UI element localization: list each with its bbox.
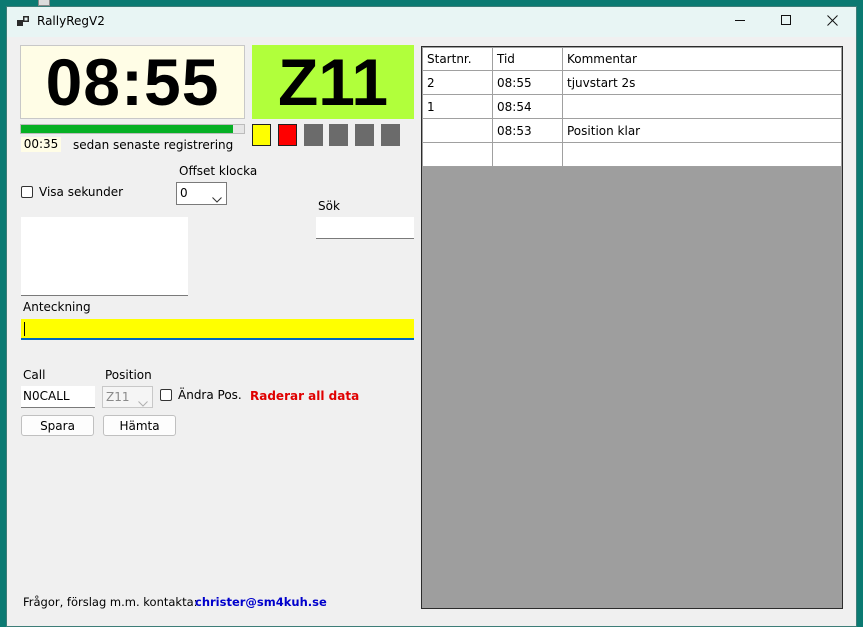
contact-email-link[interactable]: christer@sm4kuh.se (195, 595, 327, 609)
position-display: Z11 (252, 45, 414, 119)
title-bar[interactable]: RallyRegV2 (7, 7, 856, 37)
status-square-gray (329, 124, 348, 146)
change-position-option[interactable]: Ändra Pos. (160, 388, 242, 402)
column-header-kommentar[interactable]: Kommentar (562, 47, 842, 71)
cell-startnr[interactable]: 2 (422, 70, 493, 95)
table-header-row: Startnr. Tid Kommentar (422, 47, 842, 71)
search-label: Sök (318, 199, 340, 213)
maximize-icon (780, 15, 792, 29)
contact-label: Frågor, förslag m.m. kontakta: (23, 595, 198, 609)
cell-tid[interactable]: 08:53 (492, 118, 563, 143)
status-square-gray (355, 124, 374, 146)
cell-kommentar[interactable]: Position klar (562, 118, 842, 143)
status-square-red (278, 124, 297, 146)
offset-select[interactable]: 0 (176, 182, 227, 205)
app-window: RallyRegV2 08:55 Z11 00:35 sedan senaste… (6, 6, 857, 627)
window-title: RallyRegV2 (37, 14, 105, 28)
column-header-tid[interactable]: Tid (492, 47, 563, 71)
status-square-gray (381, 124, 400, 146)
maximize-button[interactable] (763, 7, 809, 37)
chevron-down-icon (138, 393, 148, 413)
minimize-icon (734, 15, 746, 29)
note-input[interactable] (21, 319, 414, 340)
delete-warning: Raderar all data (250, 389, 360, 403)
progress-fill (21, 125, 233, 133)
note-label: Anteckning (23, 300, 91, 314)
log-table: Startnr. Tid Kommentar 2 08:55 tjuvstart… (422, 47, 842, 167)
status-square-gray (304, 124, 323, 146)
text-caret (24, 322, 25, 336)
notes-box[interactable] (21, 217, 188, 296)
log-grid[interactable]: Startnr. Tid Kommentar 2 08:55 tjuvstart… (421, 46, 843, 609)
save-button[interactable]: Spara (21, 415, 94, 436)
table-row[interactable]: 08:53 Position klar (422, 118, 842, 143)
table-row-new[interactable] (422, 142, 842, 167)
cell-kommentar[interactable]: tjuvstart 2s (562, 70, 842, 95)
call-label: Call (23, 368, 46, 382)
search-input[interactable] (316, 217, 414, 239)
cell-startnr[interactable]: 1 (422, 94, 493, 119)
position-label: Position (105, 368, 152, 382)
app-icon (17, 15, 31, 29)
position-value: Z11 (106, 390, 130, 404)
chevron-down-icon (212, 189, 222, 209)
elapsed-label: sedan senaste registrering (73, 138, 234, 152)
change-position-label: Ändra Pos. (178, 388, 242, 402)
show-seconds-option[interactable]: Visa sekunder (21, 185, 123, 199)
cell-startnr[interactable] (422, 142, 493, 167)
show-seconds-label: Visa sekunder (39, 185, 124, 199)
cell-kommentar[interactable] (562, 142, 842, 167)
table-row[interactable]: 1 08:54 (422, 94, 842, 119)
cell-tid[interactable] (492, 142, 563, 167)
clock-display: 08:55 (20, 45, 245, 119)
cell-tid[interactable]: 08:54 (492, 94, 563, 119)
position-select[interactable]: Z11 (102, 386, 153, 408)
column-header-startnr[interactable]: Startnr. (422, 47, 493, 71)
fetch-button[interactable]: Hämta (103, 415, 176, 436)
elapsed-progress-bar (20, 124, 245, 134)
close-icon (826, 15, 838, 29)
show-seconds-checkbox[interactable] (21, 186, 33, 198)
call-input[interactable]: N0CALL (21, 386, 95, 408)
status-square-yellow (252, 124, 271, 146)
change-position-checkbox[interactable] (160, 389, 172, 401)
minimize-button[interactable] (717, 7, 763, 37)
cell-startnr[interactable] (422, 118, 493, 143)
elapsed-time: 00:35 (21, 137, 61, 152)
offset-label: Offset klocka (179, 164, 258, 178)
cell-tid[interactable]: 08:55 (492, 70, 563, 95)
cell-kommentar[interactable] (562, 94, 842, 119)
close-button[interactable] (809, 7, 855, 37)
offset-value: 0 (180, 186, 188, 200)
table-row[interactable]: 2 08:55 tjuvstart 2s (422, 70, 842, 95)
